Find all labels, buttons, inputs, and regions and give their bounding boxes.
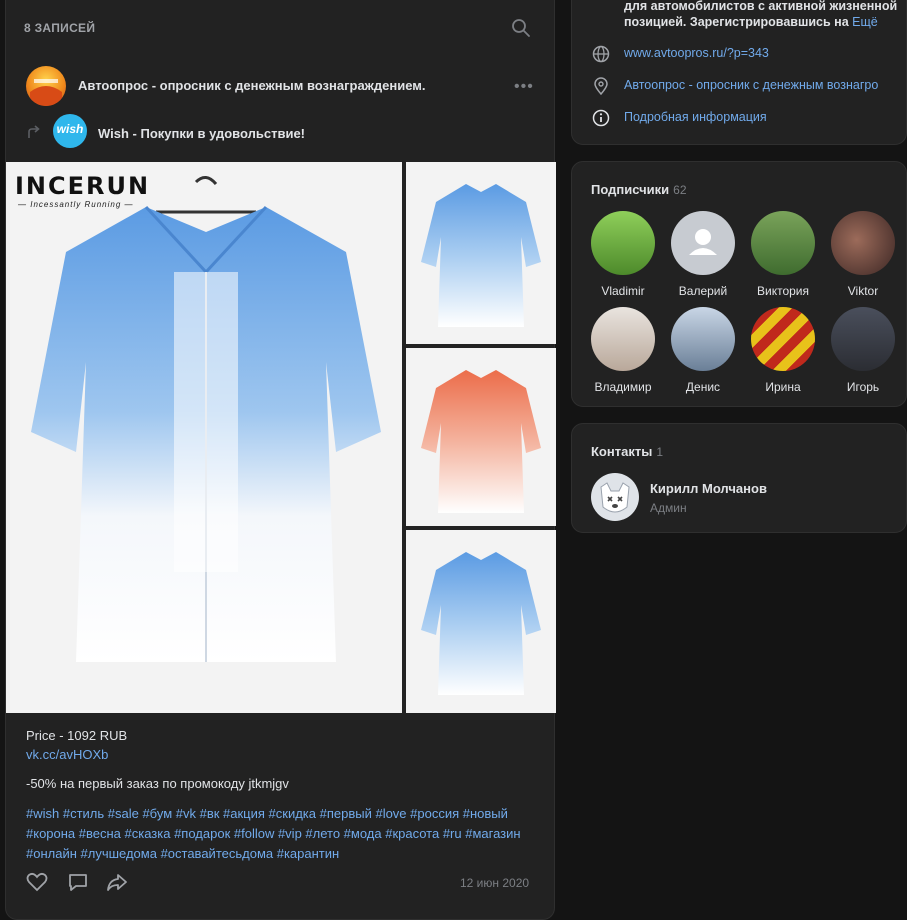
member-avatar — [751, 211, 815, 275]
dog-placeholder-icon — [600, 482, 630, 513]
member-avatar-placeholder — [671, 211, 735, 275]
show-more-link[interactable]: Ещё — [852, 15, 878, 29]
post-photo-main[interactable]: INCERUN — Incessantly Running — — [6, 162, 402, 713]
member-item[interactable]: Ирина — [744, 307, 822, 394]
website-link[interactable]: www.avtoopros.ru/?p=343 — [624, 46, 900, 60]
post-photo-blue-1[interactable] — [406, 162, 556, 344]
member-avatar — [831, 211, 895, 275]
repost-avatar[interactable]: wish — [53, 114, 87, 148]
member-name: Виктория — [756, 284, 809, 298]
member-name: Денис — [685, 380, 721, 394]
member-item[interactable]: Владимир — [584, 307, 662, 394]
subscribers-title: Подписчики — [591, 182, 670, 197]
member-name: Vladimir — [601, 284, 645, 298]
contacts-title: Контакты — [591, 444, 653, 459]
member-item[interactable]: Vladimir — [584, 211, 662, 298]
member-item[interactable]: Валерий — [664, 211, 742, 298]
subscribers-count: 62 — [673, 183, 687, 197]
contact-role: Админ — [650, 501, 687, 515]
member-name: Ирина — [765, 380, 801, 394]
member-name: Владимир — [594, 380, 652, 394]
contacts-count: 1 — [656, 445, 663, 459]
contacts-header[interactable]: Контакты 1 — [591, 444, 663, 459]
details-row[interactable]: Подробная информация — [592, 108, 902, 128]
author-avatar[interactable] — [26, 66, 66, 106]
member-item[interactable]: Игорь — [824, 307, 902, 394]
address-row[interactable]: Автоопрос - опросник с денежным вознагро — [592, 76, 902, 96]
contact-avatar[interactable] — [591, 473, 639, 521]
share-icon[interactable] — [106, 872, 128, 892]
repost-arrow-icon — [28, 125, 40, 138]
wall-post-card: 8 ЗАПИСЕЙ Автоопрос - опросник с денежны… — [5, 0, 556, 920]
community-description: для автомобилистов с активной жизненной … — [624, 0, 904, 30]
member-item[interactable]: Виктория — [744, 211, 822, 298]
post-hashtags[interactable]: #wish #стиль #sale #бум #vk #вк #акция #… — [26, 804, 546, 864]
search-icon[interactable] — [511, 18, 531, 38]
member-item[interactable]: Viktor — [824, 211, 902, 298]
member-avatar — [671, 307, 735, 371]
address-link[interactable]: Автоопрос - опросник с денежным вознагро — [624, 78, 900, 92]
post-photo-orange[interactable] — [406, 348, 556, 526]
community-info-card: для автомобилистов с активной жизненной … — [571, 0, 907, 145]
post-price: Price - 1092 RUB — [26, 728, 128, 743]
member-avatar — [831, 307, 895, 371]
info-icon — [592, 109, 610, 127]
wish-logo-text: wish — [56, 122, 84, 136]
member-name: Игорь — [846, 380, 880, 394]
contact-name[interactable]: Кирилл Молчанов — [650, 481, 767, 496]
member-item[interactable]: Денис — [664, 307, 742, 394]
website-row[interactable]: www.avtoopros.ru/?p=343 — [592, 44, 902, 64]
member-name: Viktor — [847, 284, 879, 298]
location-pin-icon — [594, 77, 608, 95]
like-icon[interactable] — [26, 872, 48, 892]
subscribers-card: Подписчики 62 Vladimir Валерий Виктория V… — [571, 161, 907, 407]
member-avatar — [751, 307, 815, 371]
post-photo-blue-2[interactable] — [406, 530, 556, 713]
member-avatar — [591, 211, 655, 275]
subscribers-header[interactable]: Подписчики 62 — [591, 182, 687, 197]
post-author-name[interactable]: Автоопрос - опросник с денежным вознагра… — [78, 78, 426, 93]
comment-icon[interactable] — [67, 872, 89, 892]
shirt-illustration — [31, 176, 381, 662]
wall-title: 8 ЗАПИСЕЙ — [24, 21, 96, 35]
more-options-icon[interactable]: ••• — [514, 79, 534, 95]
post-link[interactable]: vk.cc/avHOXb — [26, 747, 127, 762]
globe-icon — [592, 45, 610, 63]
contacts-card: Контакты 1 Кирилл Молчанов Админ — [571, 423, 907, 533]
post-price-line: Price - 1092 RUB vk.cc/avHOXb — [26, 728, 127, 762]
user-placeholder-icon — [689, 229, 717, 255]
member-avatar — [591, 307, 655, 371]
post-promo-text: -50% на первый заказ по промокоду jtkmjg… — [26, 776, 289, 791]
member-name: Валерий — [678, 284, 728, 298]
repost-source-name[interactable]: Wish - Покупки в удовольствие! — [98, 126, 305, 141]
post-date[interactable]: 12 июн 2020 — [460, 876, 529, 890]
details-link[interactable]: Подробная информация — [624, 110, 900, 124]
